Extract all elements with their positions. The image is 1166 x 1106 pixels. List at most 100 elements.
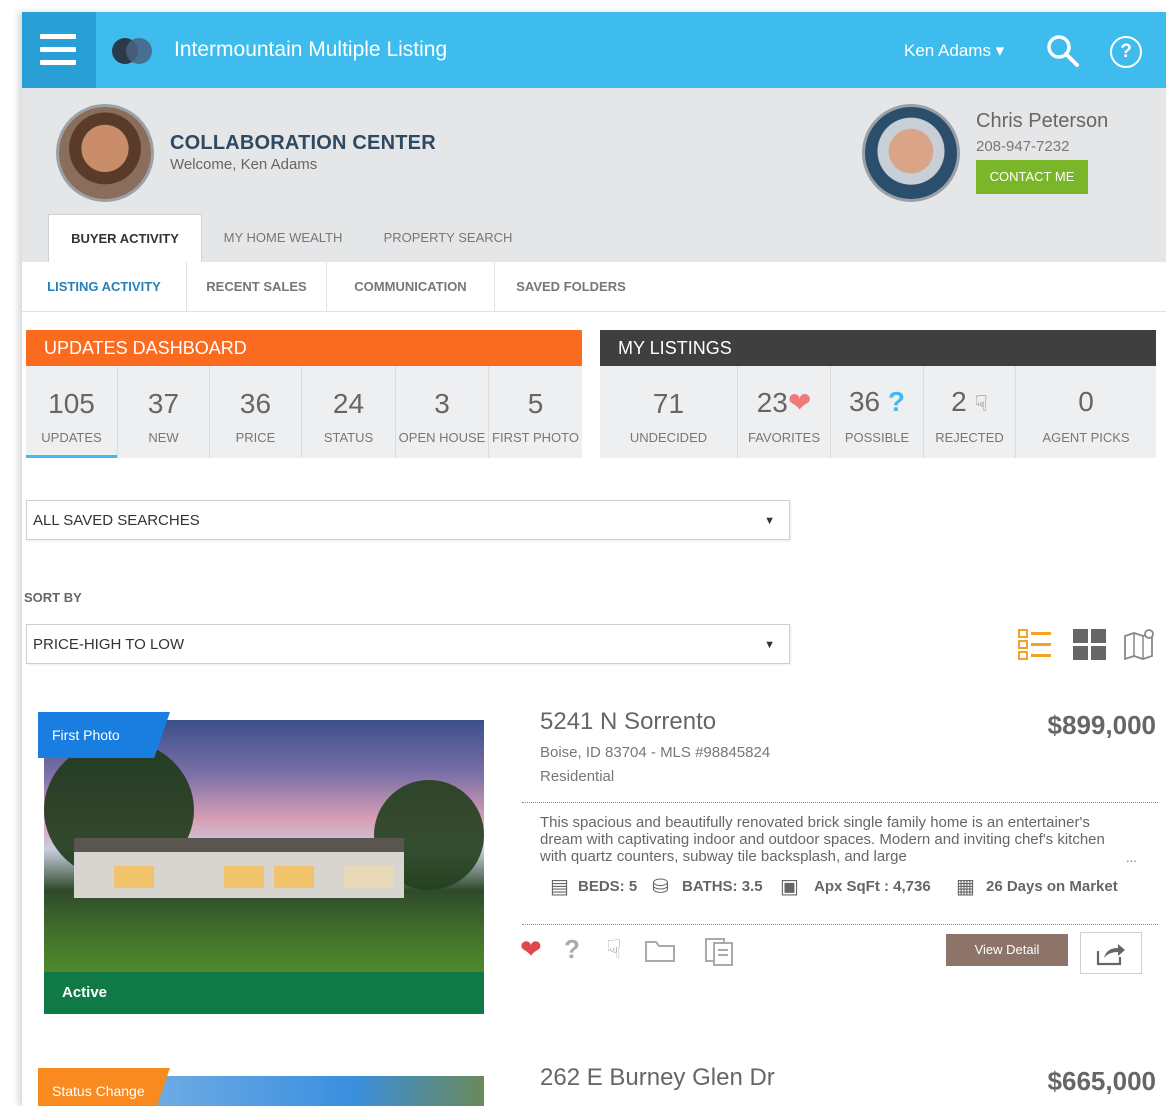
- stat-agent-picks[interactable]: 0 AGENT PICKS: [1016, 366, 1156, 458]
- divider: [522, 924, 1158, 925]
- first-photo-ribbon: First Photo: [38, 712, 170, 758]
- compare-icon[interactable]: [702, 936, 736, 966]
- stat-open-house[interactable]: 3 OPEN HOUSE: [396, 366, 489, 458]
- sort-value: PRICE-HIGH TO LOW: [33, 636, 185, 653]
- stat-label: REJECTED: [935, 430, 1004, 445]
- stat-first-photo[interactable]: 5 FIRST PHOTO: [489, 366, 582, 458]
- map-view-icon[interactable]: [1122, 628, 1158, 662]
- bed-icon: ▤: [550, 876, 569, 898]
- chevron-down-icon: ▼: [764, 515, 775, 527]
- share-button[interactable]: [1080, 932, 1142, 974]
- favorite-heart-icon[interactable]: ❤: [520, 934, 542, 965]
- app-logo: [112, 38, 160, 64]
- sub-tab-bar: LISTING ACTIVITY RECENT SALES COMMUNICAT…: [22, 262, 1166, 312]
- stat-possible[interactable]: 36 ? POSSIBLE: [831, 366, 924, 458]
- listing-price: $899,000: [1047, 710, 1156, 740]
- stat-label: NEW: [148, 430, 179, 445]
- welcome-text: Welcome, Ken Adams: [170, 156, 318, 173]
- listing-price: $665,000: [1047, 1066, 1156, 1096]
- agent-name: Chris Peterson: [976, 110, 1109, 132]
- stat-value: 36: [848, 386, 881, 417]
- listing-status-bar: Active: [44, 972, 484, 1014]
- listing-type: Residential: [540, 768, 615, 785]
- subtab-listing-activity[interactable]: LISTING ACTIVITY: [22, 262, 187, 311]
- subtab-saved-folders[interactable]: SAVED FOLDERS: [495, 262, 647, 311]
- stat-label: AGENT PICKS: [1042, 430, 1130, 445]
- listing-days-on-market: 26 Days on Market: [986, 878, 1118, 895]
- stat-rejected[interactable]: 2 ☟ REJECTED: [924, 366, 1016, 458]
- calendar-icon: ▦: [956, 876, 975, 898]
- stat-value-row: 36 ?: [831, 386, 923, 418]
- my-listings-dashboard: 71 UNDECIDED 23❤ FAVORITES 36 ? POSSIBLE…: [600, 366, 1156, 458]
- stat-value-row: 2 ☟: [924, 386, 1015, 418]
- tab-my-home-wealth[interactable]: MY HOME WEALTH: [218, 214, 348, 262]
- question-mark-icon: ?: [887, 386, 906, 417]
- view-detail-button[interactable]: View Detail: [946, 934, 1068, 966]
- stat-value-row: 23❤: [738, 386, 830, 419]
- stat-value: 71: [652, 388, 685, 419]
- floor-plan-icon: ▣: [780, 876, 799, 898]
- collaboration-header: COLLABORATION CENTER Welcome, Ken Adams …: [22, 88, 1166, 262]
- stat-value: 23: [756, 387, 788, 418]
- agent-avatar: [862, 104, 960, 202]
- status-change-ribbon: Status Change: [38, 1068, 170, 1106]
- app-window: Intermountain Multiple Listing Ken Adams…: [22, 12, 1166, 1106]
- agent-phone[interactable]: 208-947-7232: [976, 138, 1069, 155]
- saved-searches-select[interactable]: ALL SAVED SEARCHES ▼: [26, 500, 790, 540]
- stat-value: 37: [147, 388, 180, 419]
- updates-dashboard-header: UPDATES DASHBOARD: [26, 330, 582, 366]
- listing-photo[interactable]: [44, 720, 484, 1014]
- listing-baths: BATHS: 3.5: [682, 878, 763, 895]
- tab-property-search[interactable]: PROPERTY SEARCH: [378, 214, 518, 262]
- thumbs-down-icon: ☟: [974, 391, 988, 416]
- top-bar: Intermountain Multiple Listing Ken Adams…: [22, 12, 1166, 88]
- chevron-down-icon: ▼: [764, 639, 775, 651]
- heart-icon: ❤: [787, 387, 812, 418]
- stat-value: 0: [1078, 386, 1094, 417]
- stat-new[interactable]: 37 NEW: [118, 366, 210, 458]
- stat-favorites[interactable]: 23❤ FAVORITES: [738, 366, 831, 458]
- stat-updates[interactable]: 105 UPDATES: [26, 366, 118, 458]
- description-ellipsis[interactable]: ...: [1126, 850, 1137, 865]
- share-icon: [1096, 944, 1125, 966]
- stat-value: 5: [527, 388, 544, 419]
- folder-icon[interactable]: [644, 938, 678, 964]
- stat-status[interactable]: 24 STATUS: [302, 366, 396, 458]
- listing-beds: BEDS: 5: [578, 878, 638, 895]
- listing-location: Boise, ID 83704 - MLS #98845824: [540, 744, 771, 761]
- listing-description: This spacious and beautifully renovated …: [540, 814, 1105, 865]
- stat-value: 3: [434, 388, 450, 419]
- subtab-communication[interactable]: COMMUNICATION: [327, 262, 495, 311]
- listing-address[interactable]: 5241 N Sorrento: [540, 708, 716, 736]
- stat-label: POSSIBLE: [844, 430, 910, 445]
- stat-label: UNDECIDED: [629, 430, 708, 445]
- contact-me-button[interactable]: CONTACT ME: [976, 160, 1088, 194]
- list-view-icon[interactable]: [1018, 628, 1054, 662]
- sort-select[interactable]: PRICE-HIGH TO LOW ▼: [26, 624, 790, 664]
- stat-label: FIRST PHOTO: [492, 430, 579, 445]
- stat-label: STATUS: [323, 430, 374, 445]
- hamburger-menu-icon[interactable]: [22, 12, 96, 88]
- stat-value: 24: [332, 388, 365, 419]
- subtab-recent-sales[interactable]: RECENT SALES: [187, 262, 327, 311]
- help-icon[interactable]: ?: [1110, 36, 1142, 68]
- search-icon[interactable]: [1046, 34, 1080, 68]
- stat-price[interactable]: 36 PRICE: [210, 366, 302, 458]
- listing-sqft: Apx SqFt : 4,736: [814, 878, 931, 895]
- saved-searches-value: ALL SAVED SEARCHES: [33, 512, 200, 529]
- user-menu-dropdown[interactable]: Ken Adams ▾: [904, 41, 1004, 61]
- stat-value: 36: [239, 388, 272, 419]
- reject-thumbs-down-icon[interactable]: ☟: [606, 934, 622, 965]
- stat-value: 2: [951, 386, 967, 417]
- stat-label: UPDATES: [41, 430, 102, 445]
- bathtub-icon: ⛁: [652, 876, 669, 898]
- possible-question-icon[interactable]: ?: [564, 934, 580, 965]
- page-title: COLLABORATION CENTER: [170, 132, 436, 154]
- grid-view-icon[interactable]: [1072, 628, 1108, 662]
- listing-address[interactable]: 262 E Burney Glen Dr: [540, 1064, 775, 1092]
- stat-label: OPEN HOUSE: [398, 430, 486, 445]
- stat-undecided[interactable]: 71 UNDECIDED: [600, 366, 738, 458]
- tab-buyer-activity[interactable]: BUYER ACTIVITY: [48, 214, 202, 262]
- sort-by-label: SORT BY: [24, 590, 82, 605]
- photo-house: [74, 838, 404, 898]
